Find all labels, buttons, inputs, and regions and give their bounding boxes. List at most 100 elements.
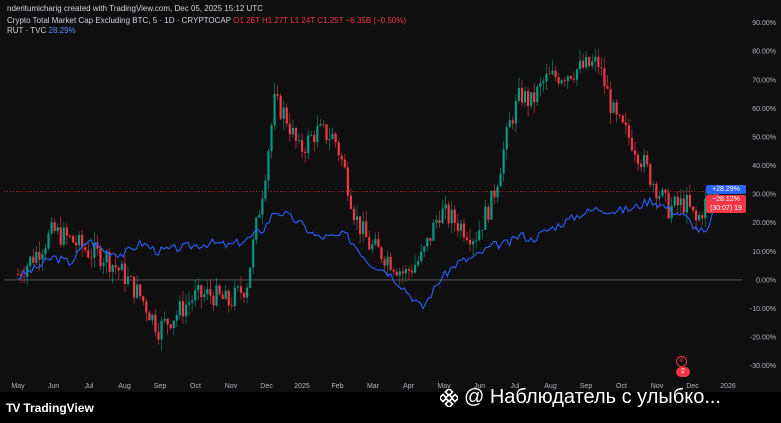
open-value: 1.26T [239,16,260,25]
candle-body [481,229,484,231]
candle-body [487,206,490,220]
candle-body [698,215,701,221]
candle-body [484,206,487,230]
candle-body [560,80,563,84]
candle-body [533,92,536,102]
tradingview-logo[interactable]: TV TradingView [6,401,94,415]
candle-body [132,276,136,298]
candle-body [288,123,291,135]
candle-body [313,135,316,143]
candle-body [65,227,68,236]
candle-body [242,292,246,298]
candle-body [423,246,426,252]
candle-body [258,214,261,218]
candle-body [664,189,667,193]
candle-body [175,314,178,321]
watermark-text: @ Наблюдатель с улыбко... [464,386,721,408]
candle-body [90,257,93,259]
candle-body [74,242,78,246]
candle-body [539,83,542,87]
x-tick-label: Mar [367,383,380,390]
candle-body [191,300,194,303]
y-tick-label: 40.00% [752,163,776,170]
candle-body [41,253,44,260]
candle-body [50,222,53,234]
candle-body [285,107,288,124]
flag-icon[interactable]: 2 [676,367,690,377]
candle-body [352,208,356,221]
candle-body [157,331,160,340]
candle-body [468,239,472,245]
candle-body [621,115,624,123]
candle-body [615,102,618,115]
candle-body [410,270,414,273]
candle-body [371,244,374,250]
candle-body [325,124,328,141]
candle-body [38,251,41,260]
candle-body [142,296,145,302]
candle-body [129,276,133,278]
candle-body [126,276,130,285]
candle-body [624,122,627,126]
candle-body [417,261,420,265]
candle-body [505,127,508,150]
y-tick-label: 50.00% [752,134,776,141]
candle-body [227,290,230,306]
compare-series-legend[interactable]: RUT · TVC 28.29% [7,26,76,35]
candle-body [282,107,285,119]
candle-body [56,227,59,231]
candle-body [658,195,661,199]
candle-body [181,301,185,317]
price-chart[interactable]: 90.00% 80.00% 70.00% 60.00% 50.00% 40.00% 30.0… [0,0,781,423]
rut-series-line [17,196,719,310]
candle-body [194,290,197,301]
candle-body [459,223,462,231]
candle-body [603,68,606,87]
candle-body [627,125,630,138]
candle-body [172,320,175,329]
candle-body [123,263,127,285]
candle-body [456,223,459,231]
candle-body [187,302,191,305]
candle-body [472,241,475,245]
candle-body [200,285,203,298]
candle-body [279,95,282,119]
candle-body [331,133,334,139]
change-value: −6.35B (−0.50%) [345,16,407,25]
candle-body [572,78,575,80]
candle-body [395,271,398,276]
y-tick-label: -20.00% [750,335,776,342]
candle-body [32,256,35,263]
candle-body [297,140,301,142]
event-icon[interactable]: σ [676,356,687,367]
candle-body [59,227,62,245]
candle-body [215,285,218,306]
candle-body [643,155,646,167]
candle-body [591,61,594,66]
close-value: 1.25T [323,16,344,25]
y-tick-label: -10.00% [750,306,776,313]
candle-body [557,77,560,84]
candle-body [233,287,236,307]
candle-body [398,271,401,276]
candle-body [218,285,221,295]
candle-body [294,127,298,141]
low-value: 1.24T [294,16,316,25]
candle-body [447,204,450,224]
candle-body [649,164,652,185]
crypto-price-badge-value: −28.12% [712,196,740,203]
candle-body [203,294,206,298]
candle-body [688,194,692,207]
candle-body [496,186,499,198]
candle-body [349,195,353,209]
candle-body [652,184,655,185]
main-series-legend[interactable]: Crypto Total Market Cap Excluding BTC, 5… [7,16,406,25]
y-tick-label: 90.00% [752,20,776,27]
candle-body [212,295,215,306]
candle-body [679,198,682,206]
candle-body [523,90,527,103]
candle-body [548,73,551,75]
candle-body [646,155,649,165]
candle-body [71,236,75,243]
candle-body [551,70,554,75]
